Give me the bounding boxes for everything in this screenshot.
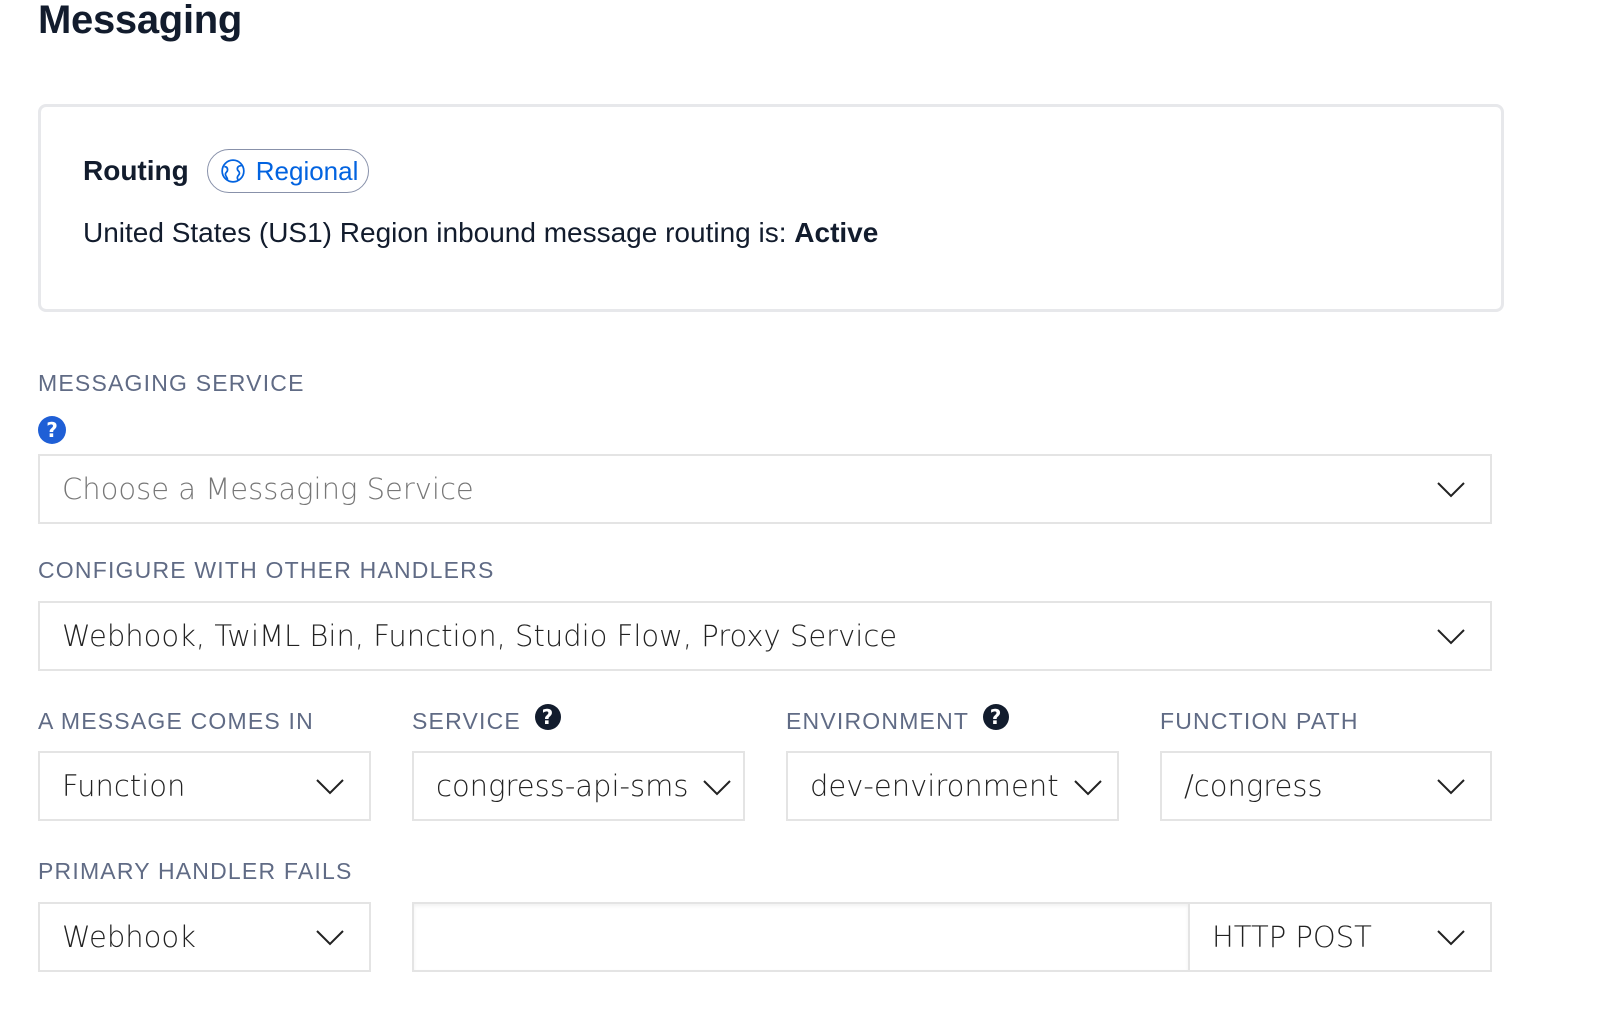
- function-path-label: FUNCTION PATH: [1160, 708, 1359, 735]
- chevron-down-icon: [703, 780, 732, 796]
- regional-badge-label: Regional: [255, 155, 359, 186]
- messaging-service-label-text: MESSAGING SERVICE: [38, 370, 305, 396]
- regional-badge: Regional: [206, 149, 370, 193]
- service-label-text: SERVICE: [412, 708, 521, 734]
- messaging-service-select[interactable]: Choose a Messaging Service: [38, 454, 1492, 524]
- function-path-label-text: FUNCTION PATH: [1160, 708, 1359, 734]
- other-handlers-select[interactable]: Webhook, TwiML Bin, Function, Studio Flo…: [38, 601, 1492, 671]
- routing-status-text: United States (US1) Region inbound messa…: [83, 217, 795, 248]
- environment-label-text: ENVIRONMENT: [786, 708, 970, 734]
- messaging-service-placeholder: Choose a Messaging Service: [62, 472, 474, 506]
- chevron-down-icon: [1073, 780, 1102, 796]
- service-select[interactable]: congress-api-sms: [412, 751, 745, 821]
- question-circle-icon[interactable]: ?: [534, 703, 561, 730]
- fallback-handler-select[interactable]: Webhook: [38, 902, 371, 972]
- function-path-value: /congress: [1184, 769, 1323, 803]
- primary-handler-fails-label: PRIMARY HANDLER FAILS: [38, 858, 353, 885]
- environment-value: dev-environment: [810, 769, 1059, 803]
- environment-select[interactable]: dev-environment: [786, 751, 1119, 821]
- other-handlers-label-text: CONFIGURE WITH OTHER HANDLERS: [38, 557, 495, 583]
- environment-label: ENVIRONMENT ?: [786, 703, 1010, 735]
- fallback-method-value: HTTP POST: [1212, 920, 1372, 954]
- routing-status: United States (US1) Region inbound messa…: [83, 217, 878, 249]
- function-path-select[interactable]: /congress: [1160, 751, 1492, 821]
- message-comes-in-label: A MESSAGE COMES IN: [38, 708, 314, 735]
- routing-status-value: Active: [794, 217, 879, 248]
- routing-card: Routing Regional United States (US1) Reg…: [38, 104, 1504, 312]
- messaging-service-label: MESSAGING SERVICE: [38, 370, 305, 397]
- chevron-down-icon: [316, 930, 344, 946]
- chevron-down-icon: [1437, 930, 1465, 946]
- fallback-handler-value: Webhook: [62, 920, 196, 954]
- question-circle-icon[interactable]: ?: [983, 703, 1010, 730]
- chevron-down-icon: [316, 779, 344, 795]
- other-handlers-value: Webhook, TwiML Bin, Function, Studio Flo…: [62, 619, 898, 653]
- page-title: Messaging: [38, 0, 243, 42]
- question-circle-icon[interactable]: ?: [38, 416, 66, 444]
- chevron-down-icon: [1437, 482, 1465, 498]
- routing-label: Routing: [83, 155, 189, 186]
- chevron-down-icon: [1437, 779, 1465, 795]
- globe-icon: [221, 159, 245, 183]
- message-comes-in-select[interactable]: Function: [38, 751, 371, 821]
- fallback-method-select[interactable]: HTTP POST: [1188, 902, 1492, 972]
- chevron-down-icon: [1437, 629, 1465, 645]
- fallback-url-input[interactable]: [412, 902, 1190, 972]
- service-label: SERVICE ?: [412, 703, 561, 735]
- primary-handler-fails-label-text: PRIMARY HANDLER FAILS: [38, 858, 353, 884]
- message-comes-in-label-text: A MESSAGE COMES IN: [38, 708, 314, 734]
- other-handlers-label: CONFIGURE WITH OTHER HANDLERS: [38, 557, 494, 584]
- message-comes-in-value: Function: [62, 769, 186, 803]
- service-value: congress-api-sms: [436, 769, 689, 803]
- routing-header: Routing Regional: [83, 149, 370, 193]
